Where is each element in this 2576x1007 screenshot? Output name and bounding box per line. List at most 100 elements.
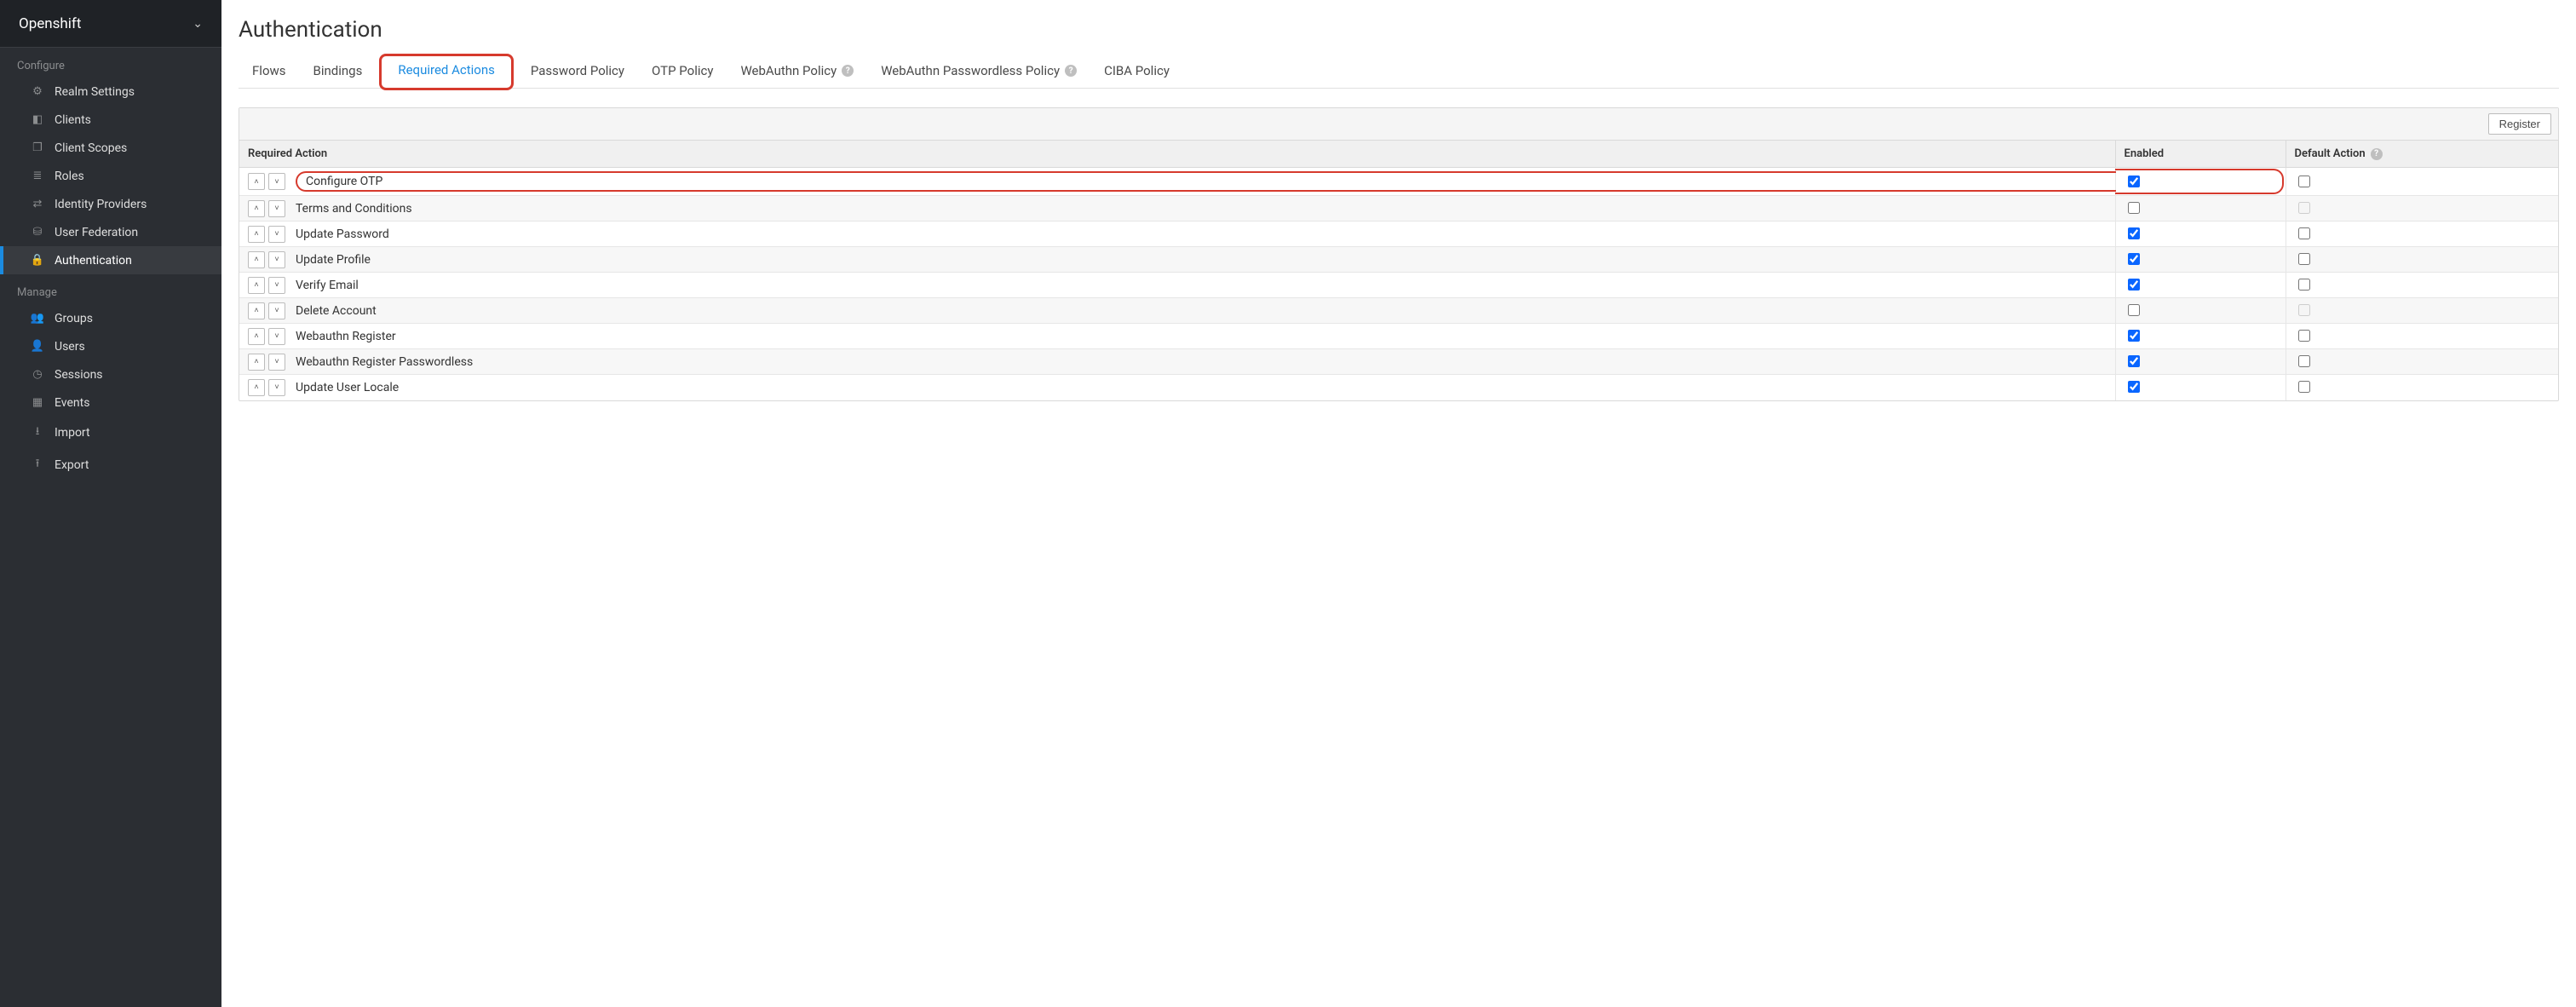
move-up-button[interactable]: ˄ [248,173,265,190]
move-down-button[interactable]: ˅ [268,173,285,190]
lock-icon: 🔒 [31,254,44,267]
scopes-icon: ❐ [31,141,44,154]
sidebar-item-groups[interactable]: 👥Groups [0,304,221,332]
sidebar-item-clients[interactable]: ◧Clients [0,106,221,134]
action-cell: ˄˅Terms and Conditions [239,196,2115,222]
default-checkbox[interactable] [2298,279,2310,291]
table-row: ˄˅Webauthn Register Passwordless [239,349,2558,375]
action-cell: ˄˅Update Password [239,222,2115,247]
reorder-controls: ˄˅ [248,302,285,319]
register-button[interactable]: Register [2488,113,2551,135]
enabled-cell [2115,324,2286,349]
action-cell: ˄˅Delete Account [239,298,2115,324]
exchange-icon: ⇄ [31,198,44,210]
default-checkbox[interactable] [2298,381,2310,393]
tab-webauthn-policy[interactable]: WebAuthn Policy? [727,55,867,89]
default-checkbox[interactable] [2298,355,2310,367]
highlighted-row: Configure OTP [296,171,2116,192]
col-header-default: Default Action ? [2286,141,2558,168]
move-down-button[interactable]: ˅ [268,354,285,371]
table-row: ˄˅Terms and Conditions [239,196,2558,222]
action-cell: ˄˅Verify Email [239,273,2115,298]
tab-flows[interactable]: Flows [239,55,300,89]
tab-bindings[interactable]: Bindings [300,55,377,89]
reorder-controls: ˄˅ [248,328,285,345]
default-checkbox[interactable] [2298,227,2310,239]
table-row: ˄˅Update User Locale [239,375,2558,400]
sidebar-item-sessions[interactable]: ◷Sessions [0,360,221,388]
help-icon[interactable]: ? [2371,148,2383,160]
sidebar-item-label: Authentication [55,254,132,268]
enabled-cell [2115,273,2286,298]
tab-webauthn-passwordless-policy[interactable]: WebAuthn Passwordless Policy? [867,55,1090,89]
move-up-button[interactable]: ˄ [248,328,265,345]
sidebar-item-label: Import [55,426,90,440]
move-down-button[interactable]: ˅ [268,379,285,396]
move-up-button[interactable]: ˄ [248,226,265,243]
col-header-action: Required Action [239,141,2115,168]
realm-selector[interactable]: Openshift ⌄ [0,0,221,48]
sidebar-item-user-federation[interactable]: ⛁ User Federation [0,218,221,246]
move-up-button[interactable]: ˄ [248,200,265,217]
move-up-button[interactable]: ˄ [248,379,265,396]
help-icon[interactable]: ? [842,65,854,77]
move-down-button[interactable]: ˅ [268,302,285,319]
enabled-checkbox[interactable] [2128,176,2140,187]
action-cell: ˄˅Update User Locale [239,375,2115,400]
sidebar-item-identity-providers[interactable]: ⇄Identity Providers [0,190,221,218]
move-up-button[interactable]: ˄ [248,277,265,294]
move-up-button[interactable]: ˄ [248,354,265,371]
move-down-button[interactable]: ˅ [268,200,285,217]
chevron-down-icon: ⌄ [193,17,203,31]
tab-label: CIBA Policy [1104,63,1170,78]
default-checkbox[interactable] [2298,330,2310,342]
enabled-checkbox[interactable] [2128,304,2140,316]
sidebar-item-authentication[interactable]: 🔒 Authentication [0,246,221,274]
required-actions-panel: Register Required Action Enabled Default… [239,107,2559,401]
sidebar-item-realm-settings[interactable]: ⚙Realm Settings [0,78,221,106]
tab-required-actions[interactable]: Required Actions [379,54,514,90]
move-down-button[interactable]: ˅ [268,251,285,268]
enabled-checkbox[interactable] [2128,330,2140,342]
move-down-button[interactable]: ˅ [268,277,285,294]
enabled-checkbox[interactable] [2128,279,2140,291]
cube-icon: ◧ [31,113,44,126]
reorder-controls: ˄˅ [248,226,285,243]
sidebar-item-users[interactable]: 👤Users [0,332,221,360]
sliders-icon: ⚙ [31,85,44,98]
move-down-button[interactable]: ˅ [268,226,285,243]
tab-password-policy[interactable]: Password Policy [517,55,638,89]
sidebar-item-label: User Federation [55,226,138,239]
enabled-checkbox[interactable] [2128,355,2140,367]
enabled-checkbox[interactable] [2128,227,2140,239]
table-row: ˄˅Update Profile [239,247,2558,273]
sidebar-item-export[interactable]: ⭱Export [0,449,221,481]
enabled-checkbox[interactable] [2128,253,2140,265]
sidebar-item-label: Users [55,340,85,354]
enabled-checkbox[interactable] [2128,381,2140,393]
table-row: ˄˅Webauthn Register [239,324,2558,349]
move-down-button[interactable]: ˅ [268,328,285,345]
sidebar-item-events[interactable]: ▦Events [0,388,221,417]
export-icon: ⭱ [31,456,44,475]
reorder-controls: ˄˅ [248,200,285,217]
move-up-button[interactable]: ˄ [248,302,265,319]
tab-ciba-policy[interactable]: CIBA Policy [1090,55,1183,89]
default-checkbox[interactable] [2298,176,2310,187]
default-checkbox[interactable] [2298,253,2310,265]
sidebar-item-import[interactable]: ⭳Import [0,417,221,449]
tabs: FlowsBindingsRequired ActionsPassword Po… [239,53,2559,89]
sidebar-item-client-scopes[interactable]: ❐Client Scopes [0,134,221,162]
move-up-button[interactable]: ˄ [248,251,265,268]
action-cell: ˄˅Webauthn Register Passwordless [239,349,2115,375]
sidebar-item-roles[interactable]: ≣Roles [0,162,221,190]
clock-icon: ◷ [31,368,44,381]
default-cell [2286,273,2558,298]
help-icon[interactable]: ? [1065,65,1077,77]
database-icon: ⛁ [31,226,44,239]
default-cell [2286,349,2558,375]
enabled-checkbox[interactable] [2128,202,2140,214]
tab-otp-policy[interactable]: OTP Policy [638,55,727,89]
users-icon: 👥 [31,312,44,325]
reorder-controls: ˄˅ [248,277,285,294]
